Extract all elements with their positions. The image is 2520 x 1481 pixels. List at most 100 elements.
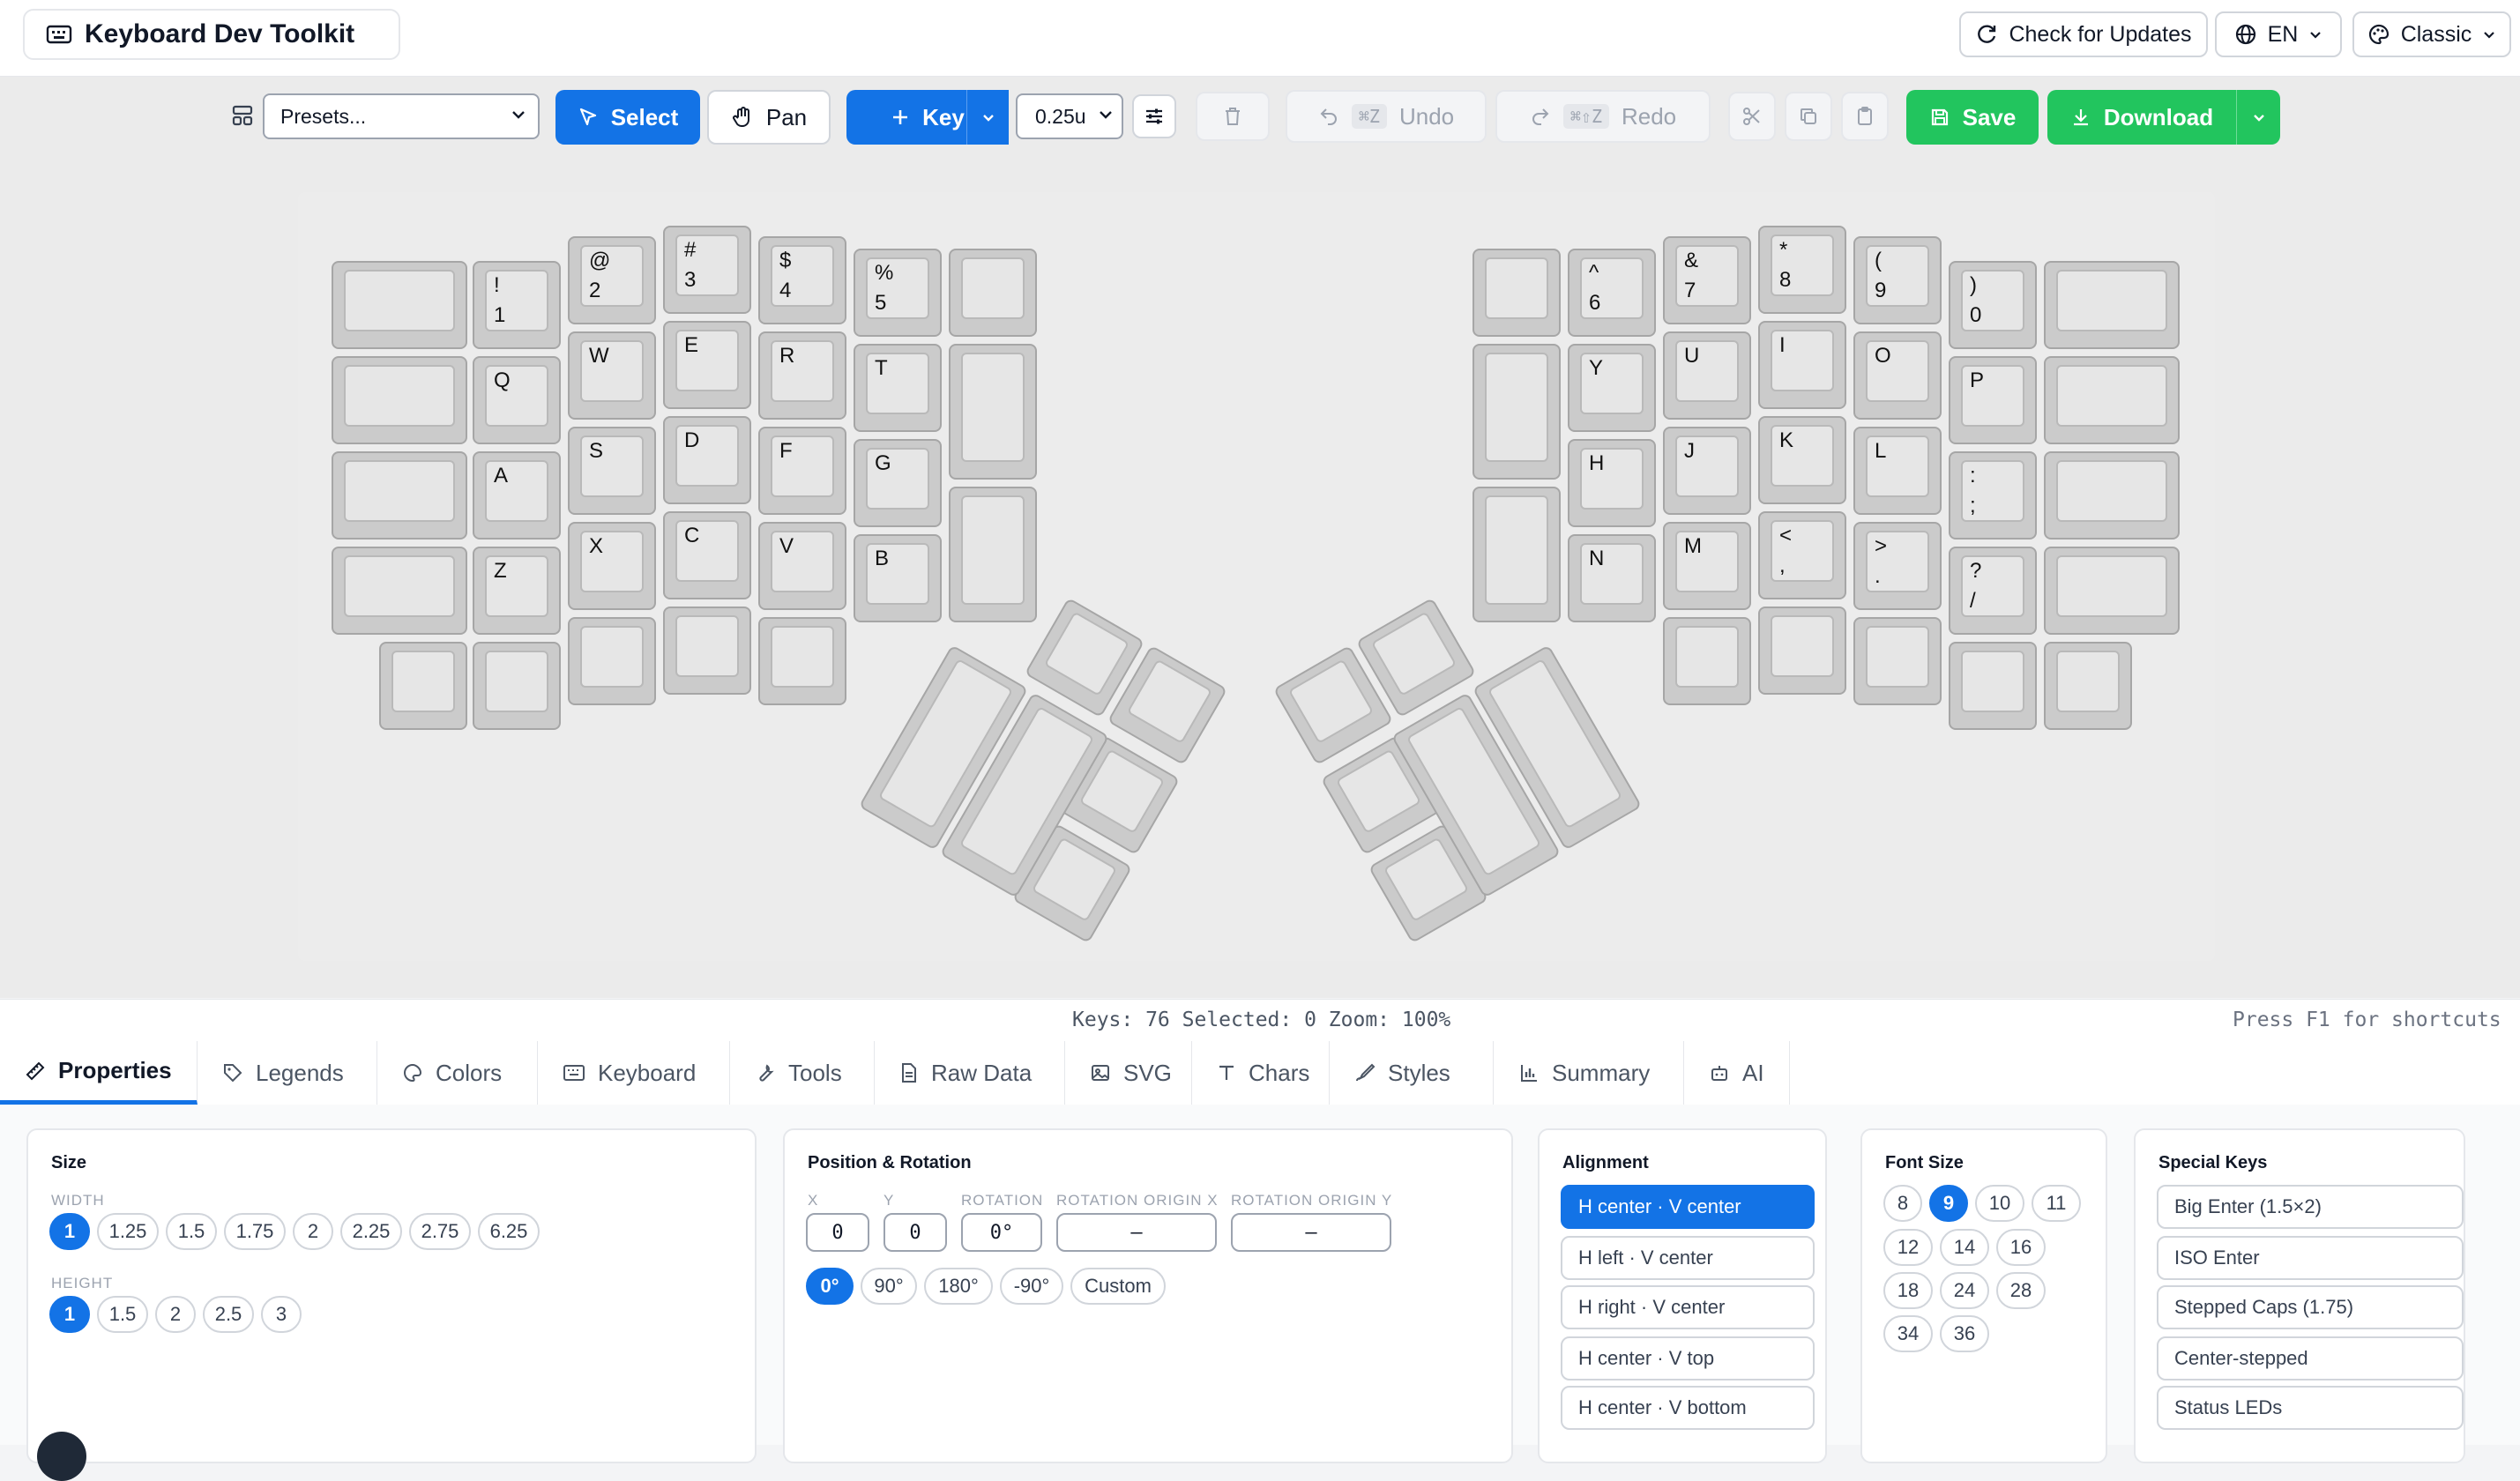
- copy-button[interactable]: [1785, 92, 1832, 141]
- key[interactable]: [949, 487, 1037, 622]
- step-select[interactable]: 0.25u: [1016, 93, 1123, 139]
- key[interactable]: M: [1663, 522, 1751, 610]
- font-size-option[interactable]: 10: [1975, 1185, 2024, 1222]
- key[interactable]: [1949, 642, 2037, 730]
- cut-button[interactable]: [1728, 92, 1776, 141]
- special-key-option[interactable]: Center-stepped: [2157, 1336, 2464, 1381]
- theme-select[interactable]: Classic: [2352, 11, 2511, 57]
- key[interactable]: Q: [473, 356, 561, 444]
- settings-button[interactable]: [1132, 94, 1176, 138]
- download-button[interactable]: Download: [2047, 90, 2236, 145]
- rotation-input[interactable]: 0°: [961, 1213, 1042, 1252]
- key[interactable]: [1472, 344, 1561, 480]
- key[interactable]: J: [1663, 427, 1751, 515]
- key[interactable]: [949, 249, 1037, 337]
- key[interactable]: $4: [758, 236, 846, 324]
- key[interactable]: Z: [473, 547, 561, 635]
- tab-raw-data[interactable]: Raw Data: [875, 1041, 1065, 1105]
- key[interactable]: [2044, 356, 2180, 444]
- key[interactable]: :;: [1949, 451, 2037, 540]
- font-size-option[interactable]: 12: [1883, 1229, 1933, 1266]
- tab-styles[interactable]: Styles: [1330, 1041, 1494, 1105]
- tab-svg[interactable]: SVG: [1065, 1041, 1192, 1105]
- download-menu-button[interactable]: [2236, 90, 2280, 145]
- width-option[interactable]: 1.75: [224, 1213, 286, 1250]
- key[interactable]: [332, 356, 467, 444]
- key[interactable]: R: [758, 331, 846, 420]
- width-option[interactable]: 1: [49, 1213, 90, 1250]
- height-option[interactable]: 2.5: [203, 1296, 254, 1333]
- key[interactable]: (9: [1853, 236, 1942, 324]
- special-key-option[interactable]: Status LEDs: [2157, 1386, 2464, 1430]
- key[interactable]: >.: [1853, 522, 1942, 610]
- key[interactable]: [473, 642, 561, 730]
- key[interactable]: * 8: [1758, 226, 1846, 314]
- tab-ai[interactable]: AI: [1684, 1041, 1790, 1105]
- key[interactable]: I: [1758, 321, 1846, 409]
- key[interactable]: B: [854, 534, 942, 622]
- key[interactable]: K: [1758, 416, 1846, 504]
- width-option[interactable]: 2.75: [409, 1213, 471, 1250]
- font-size-option[interactable]: 18: [1883, 1272, 1933, 1309]
- height-option[interactable]: 2: [155, 1296, 196, 1333]
- undo-button[interactable]: ⌘Z Undo: [1286, 90, 1487, 143]
- key[interactable]: Y: [1568, 344, 1656, 432]
- key[interactable]: N: [1568, 534, 1656, 622]
- key[interactable]: #3: [663, 226, 751, 314]
- key[interactable]: <,: [1758, 511, 1846, 599]
- redo-button[interactable]: ⌘⇧Z Redo: [1495, 90, 1711, 143]
- width-option[interactable]: 2.25: [340, 1213, 402, 1250]
- rotation-option[interactable]: Custom: [1070, 1268, 1166, 1305]
- keyboard-canvas[interactable]: ! 1 Q A Z @2 W S X #3 E D C $4 R F V % 5 T…: [298, 192, 2215, 961]
- key[interactable]: [332, 451, 467, 540]
- tab-keyboard[interactable]: Keyboard: [538, 1041, 730, 1105]
- special-key-option[interactable]: Big Enter (1.5×2): [2157, 1185, 2464, 1229]
- font-size-option[interactable]: 34: [1883, 1315, 1933, 1352]
- key[interactable]: [663, 607, 751, 695]
- key[interactable]: W: [568, 331, 656, 420]
- font-size-option[interactable]: 24: [1940, 1272, 1989, 1309]
- origin-y-input[interactable]: —: [1231, 1213, 1391, 1252]
- help-fab[interactable]: [37, 1432, 86, 1481]
- key[interactable]: A: [473, 451, 561, 540]
- key[interactable]: L: [1853, 427, 1942, 515]
- font-size-option[interactable]: 11: [2032, 1185, 2081, 1222]
- check-updates-button[interactable]: Check for Updates: [1959, 11, 2208, 57]
- rotation-option[interactable]: 0°: [806, 1268, 854, 1305]
- alignment-option[interactable]: H center · V bottom: [1561, 1386, 1815, 1430]
- rotation-option[interactable]: -90°: [1000, 1268, 1063, 1305]
- font-size-option[interactable]: 14: [1940, 1229, 1989, 1266]
- presets-select[interactable]: Presets...: [263, 93, 540, 139]
- width-option[interactable]: 2: [293, 1213, 333, 1250]
- font-size-option[interactable]: 36: [1940, 1315, 1989, 1352]
- tab-chars[interactable]: Chars: [1192, 1041, 1330, 1105]
- key[interactable]: O: [1853, 331, 1942, 420]
- delete-button[interactable]: [1196, 92, 1270, 141]
- key[interactable]: [1472, 487, 1561, 622]
- paste-button[interactable]: [1841, 92, 1889, 141]
- font-size-option[interactable]: 8: [1883, 1185, 1922, 1222]
- font-size-option[interactable]: 28: [1996, 1272, 2046, 1309]
- font-size-option[interactable]: 9: [1929, 1185, 1968, 1222]
- key[interactable]: E: [663, 321, 751, 409]
- key[interactable]: V: [758, 522, 846, 610]
- key[interactable]: S: [568, 427, 656, 515]
- key[interactable]: ? /: [1949, 547, 2037, 635]
- key[interactable]: P: [1949, 356, 2037, 444]
- tab-summary[interactable]: Summary: [1494, 1041, 1684, 1105]
- key[interactable]: [758, 617, 846, 705]
- alignment-option[interactable]: H center · V top: [1561, 1336, 1815, 1381]
- height-option[interactable]: 1: [49, 1296, 90, 1333]
- font-size-option[interactable]: 16: [1996, 1229, 2046, 1266]
- add-key-menu-button[interactable]: [966, 90, 1009, 145]
- x-input[interactable]: 0: [806, 1213, 869, 1252]
- key[interactable]: % 5: [854, 249, 942, 337]
- pan-tool-button[interactable]: Pan: [707, 90, 831, 145]
- height-option[interactable]: 3: [261, 1296, 302, 1333]
- key[interactable]: [2044, 451, 2180, 540]
- save-button[interactable]: Save: [1906, 90, 2039, 145]
- key[interactable]: C: [663, 511, 751, 599]
- key[interactable]: U: [1663, 331, 1751, 420]
- key[interactable]: [1758, 607, 1846, 695]
- key[interactable]: ! 1: [473, 261, 561, 349]
